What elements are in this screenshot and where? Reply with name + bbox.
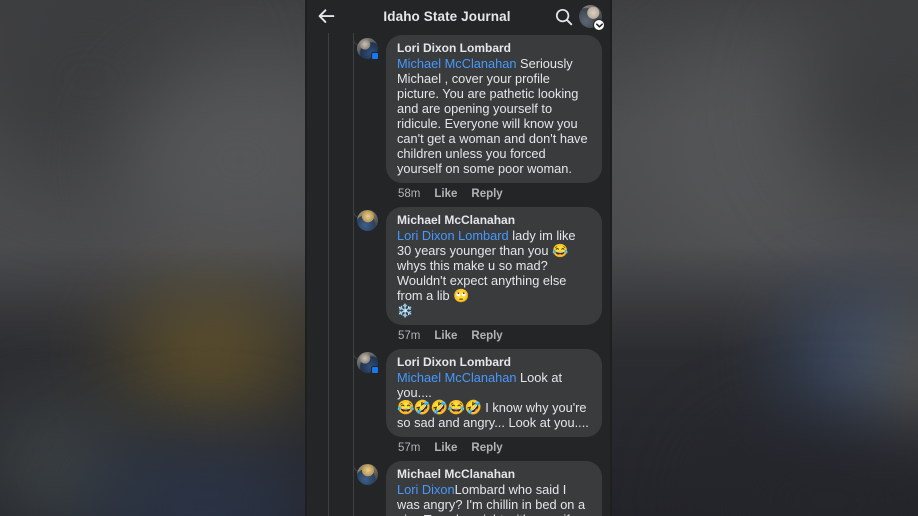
comment-body-text-mid: whys this make u so mad? Wouldn't expect… — [397, 258, 567, 303]
comment-bubble: Michael McClanahan Lori Dixon Lombard la… — [386, 207, 602, 325]
comment-actions: 57m Like Reply — [386, 325, 602, 342]
comment-text: Lori Dixon Lombard lady im like 30 years… — [397, 228, 591, 318]
rolling-eyes-emoji: 🙄 — [453, 288, 470, 303]
chevron-down-icon[interactable] — [593, 19, 605, 31]
comment-actions: 57m Like Reply — [386, 437, 602, 454]
comment-content: Lori Dixon Lombard Michael McClanahan Se… — [386, 35, 602, 200]
avatar-badge-icon — [371, 366, 379, 374]
comment-content: Lori Dixon Lombard Michael McClanahan Lo… — [386, 349, 602, 454]
search-icon[interactable] — [551, 4, 577, 30]
comment-bubble: Michael McClanahan Lori DixonLombard who… — [386, 461, 602, 516]
avatar-image — [357, 464, 378, 485]
comment-author[interactable]: Michael McClanahan — [397, 466, 591, 482]
comment-bubble: Lori Dixon Lombard Michael McClanahan Se… — [386, 35, 602, 183]
comment-author[interactable]: Lori Dixon Lombard — [397, 40, 591, 56]
phone-panel: Idaho State Journal Lori Dixon Lombard M… — [305, 0, 612, 516]
like-button[interactable]: Like — [434, 330, 457, 342]
avatar-badge-icon — [371, 52, 379, 60]
reply-button[interactable]: Reply — [471, 330, 502, 342]
comment-text: Michael McClanahan Seriously Michael , c… — [397, 56, 591, 176]
comment-timestamp: 57m — [398, 330, 421, 342]
comment-timestamp: 58m — [398, 188, 421, 200]
screenshot-root: Idaho State Journal Lori Dixon Lombard M… — [0, 0, 918, 516]
comment-body-text: Seriously Michael , cover your profile p… — [397, 56, 588, 176]
like-button[interactable]: Like — [434, 442, 457, 454]
comment-item[interactable]: Michael McClanahan Lori Dixon Lombard la… — [305, 207, 612, 342]
reply-button[interactable]: Reply — [471, 442, 502, 454]
page-title: Idaho State Journal — [383, 9, 511, 24]
app-header: Idaho State Journal — [305, 0, 612, 33]
comment-mention-link[interactable]: Michael McClanahan — [397, 56, 517, 71]
comment-timestamp: 57m — [398, 442, 421, 454]
comment-mention-link[interactable]: Lori Dixon Lombard — [397, 228, 509, 243]
panel-left-edge — [305, 0, 307, 516]
background-blob-amber — [120, 300, 300, 410]
reply-button[interactable]: Reply — [471, 188, 502, 200]
laughing-emoji-row: 😂🤣🤣😂🤣 — [397, 399, 482, 415]
comment-item[interactable]: Michael McClanahan Lori DixonLombard who… — [305, 461, 612, 516]
comment-mention-link[interactable]: Lori Dixon — [397, 482, 455, 497]
panel-right-edge — [610, 0, 612, 516]
like-button[interactable]: Like — [434, 188, 457, 200]
comment-mention-link[interactable]: Michael McClanahan — [397, 370, 517, 385]
comment-item[interactable]: Lori Dixon Lombard Michael McClanahan Se… — [305, 35, 612, 200]
avatar[interactable] — [357, 38, 379, 60]
comment-text: Lori DixonLombard who said I was angry? … — [397, 482, 591, 516]
comment-content: Michael McClanahan Lori DixonLombard who… — [386, 461, 602, 516]
comment-item[interactable]: Lori Dixon Lombard Michael McClanahan Lo… — [305, 349, 612, 454]
avatar[interactable] — [357, 464, 378, 485]
comment-actions: 58m Like Reply — [386, 183, 602, 200]
avatar[interactable] — [357, 352, 379, 374]
back-arrow-icon[interactable] — [313, 4, 339, 30]
snowflake-emoji: ❄️ — [397, 303, 414, 318]
comment-text: Michael McClanahan Look at you.... 😂🤣🤣😂🤣… — [397, 370, 591, 430]
avatar-image — [357, 210, 378, 231]
comment-bubble: Lori Dixon Lombard Michael McClanahan Lo… — [386, 349, 602, 437]
comment-content: Michael McClanahan Lori Dixon Lombard la… — [386, 207, 602, 342]
comment-thread[interactable]: Lori Dixon Lombard Michael McClanahan Se… — [305, 33, 612, 516]
comment-author[interactable]: Michael McClanahan — [397, 212, 591, 228]
profile-avatar[interactable] — [579, 5, 605, 31]
avatar[interactable] — [357, 210, 378, 231]
comment-author[interactable]: Lori Dixon Lombard — [397, 354, 591, 370]
joy-emoji: 😂 — [552, 243, 569, 258]
